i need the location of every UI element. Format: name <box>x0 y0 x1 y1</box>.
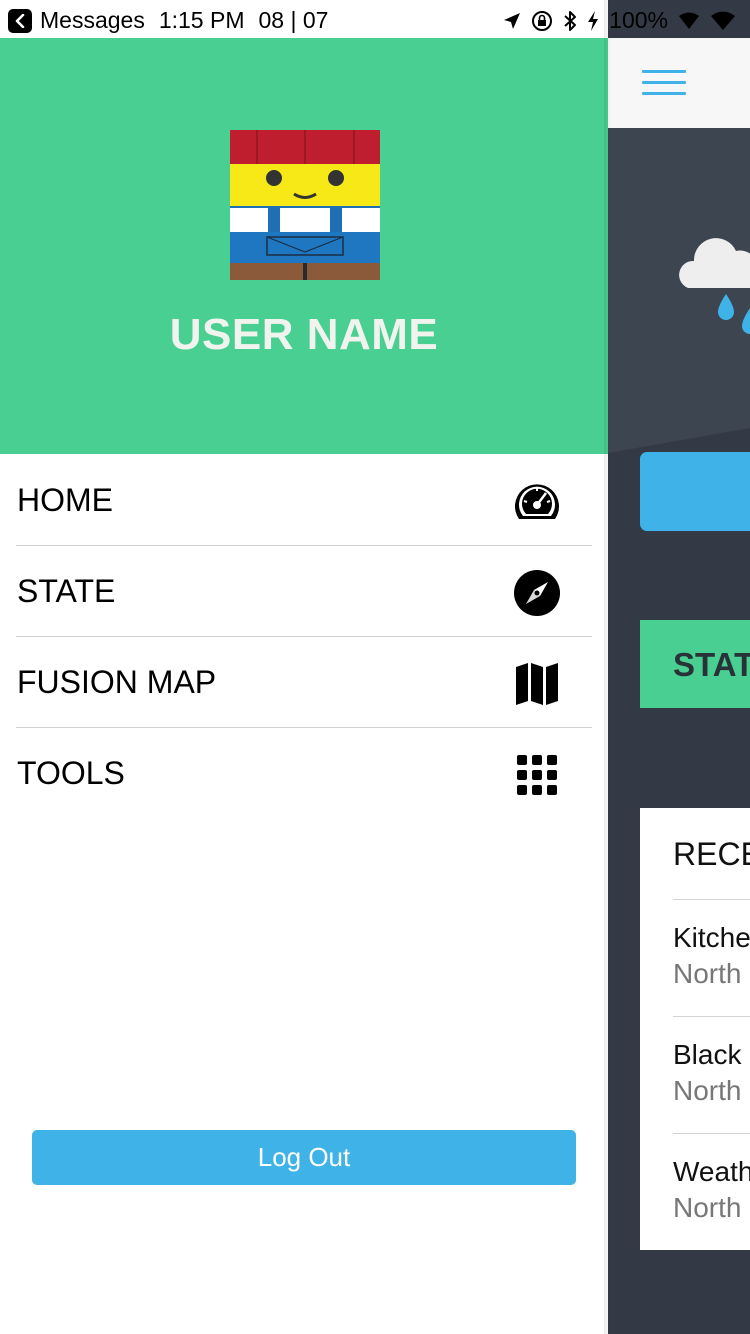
main-action-button[interactable] <box>640 452 750 531</box>
user-name: USER NAME <box>169 310 439 359</box>
status-date: 08 | 07 <box>258 7 329 33</box>
bluetooth-icon <box>564 10 577 31</box>
weather-hero <box>608 128 750 458</box>
wifi-icon <box>711 11 735 30</box>
state-section-header: STAT <box>640 620 750 708</box>
card-title: RECE <box>673 836 750 872</box>
recent-card: RECE Kitche North Black North Weath Nort… <box>640 808 750 1250</box>
list-item-title: Black <box>673 1039 742 1070</box>
status-bar-left: Messages 1:15 PM 08 | 07 <box>8 7 342 34</box>
logout-button[interactable]: Log Out <box>32 1130 576 1185</box>
main-screen: STAT RECE Kitche North Black North Weath… <box>608 0 750 1334</box>
map-icon <box>512 659 562 709</box>
battery-percent: 100% <box>609 7 668 33</box>
list-item[interactable]: Kitche North <box>673 899 750 990</box>
drawer-shadow <box>604 0 612 1334</box>
list-item-subtitle: North <box>673 1075 742 1106</box>
menu-item-state[interactable]: STATE <box>16 546 592 637</box>
menu-item-home[interactable]: HOME <box>16 455 592 546</box>
battery-partial-icon <box>679 12 699 29</box>
list-item-title: Kitche <box>673 922 750 953</box>
list-item-subtitle: North <box>673 958 742 989</box>
charging-bolt-icon <box>588 10 599 31</box>
back-to-app-icon[interactable] <box>8 8 32 33</box>
menu-item-tools[interactable]: TOOLS <box>16 728 592 819</box>
status-bar: Messages 1:15 PM 08 | 07 100% <box>0 0 750 40</box>
menu-item-label: HOME <box>17 482 113 518</box>
rain-cloud-icon <box>679 238 750 334</box>
hamburger-menu-icon[interactable] <box>642 70 686 96</box>
drawer-header: USER NAME <box>0 38 608 454</box>
drawer-menu: HOME STATE FUSION MAP TOOLS <box>0 455 608 819</box>
list-item-title: Weath <box>673 1156 750 1187</box>
list-item-subtitle: North <box>673 1192 742 1223</box>
menu-item-label: STATE <box>17 573 116 609</box>
avatar[interactable] <box>230 130 380 280</box>
location-arrow-icon <box>504 12 521 29</box>
list-item[interactable]: Weath North <box>673 1133 750 1224</box>
status-bar-right: 100% <box>503 7 736 34</box>
top-nav-bar <box>608 38 750 128</box>
speedometer-icon <box>512 477 562 527</box>
state-heading: STAT <box>673 646 750 683</box>
navigation-drawer: USER NAME HOME STATE FUSION MAP TOOLS Lo… <box>0 0 608 1334</box>
status-time: 1:15 PM <box>158 7 245 33</box>
list-item[interactable]: Black North <box>673 1016 750 1107</box>
rotation-lock-icon <box>532 10 553 31</box>
compass-icon <box>512 568 562 618</box>
back-app-label[interactable]: Messages <box>40 7 145 34</box>
grid-icon <box>512 750 562 800</box>
menu-item-fusion-map[interactable]: FUSION MAP <box>16 637 592 728</box>
menu-item-label: TOOLS <box>17 755 125 791</box>
menu-item-label: FUSION MAP <box>17 664 217 700</box>
